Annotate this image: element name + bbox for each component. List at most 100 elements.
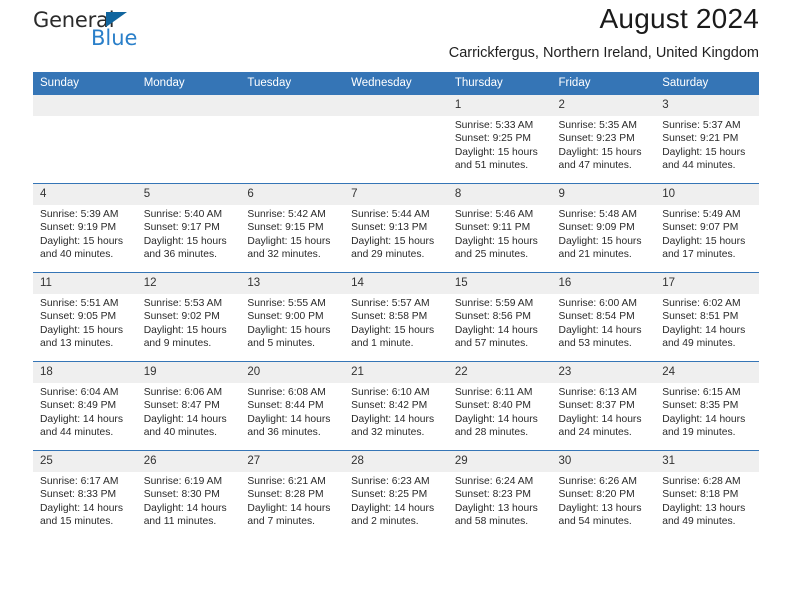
calendar-day-cell[interactable]: 28 Sunrise: 6:23 AM Sunset: 8:25 PM Dayligh… [344, 450, 448, 539]
calendar-day-cell[interactable]: 15 Sunrise: 5:59 AM Sunset: 8:56 PM Dayligh… [447, 272, 552, 362]
calendar-day-cell[interactable]: 7 Sunrise: 5:44 AM Sunset: 9:13 PM Daylight… [344, 183, 448, 273]
day-cell[interactable]: 14 Sunrise: 5:57 AM Sunset: 8:58 PM Dayligh… [344, 273, 448, 361]
calendar-day-cell[interactable]: 11 Sunrise: 5:51 AM Sunset: 9:05 PM Dayligh… [33, 272, 137, 362]
calendar-day-cell[interactable]: 9 Sunrise: 5:48 AM Sunset: 9:09 PM Daylight… [551, 183, 656, 273]
day-cell[interactable]: 6 Sunrise: 5:42 AM Sunset: 9:15 PM Daylight… [240, 184, 345, 272]
calendar-day-cell[interactable]: 24 Sunrise: 6:15 AM Sunset: 8:35 PM Dayligh… [655, 361, 759, 451]
day-cell[interactable]: 17 Sunrise: 6:02 AM Sunset: 8:51 PM Dayligh… [655, 273, 759, 361]
calendar-day-cell[interactable]: 18 Sunrise: 6:04 AM Sunset: 8:49 PM Dayligh… [33, 361, 137, 451]
calendar-day-cell[interactable]: 31 Sunrise: 6:28 AM Sunset: 8:18 PM Dayligh… [655, 450, 759, 539]
brand-logo[interactable]: General Blue [33, 8, 233, 58]
day-cell[interactable]: 23 Sunrise: 6:13 AM Sunset: 8:37 PM Dayligh… [551, 362, 656, 450]
sunset-text: Sunset: 9:23 PM [558, 133, 635, 145]
calendar-day-cell[interactable] [33, 95, 137, 184]
calendar-day-cell[interactable]: 22 Sunrise: 6:11 AM Sunset: 8:40 PM Dayligh… [447, 361, 552, 451]
day-cell-empty [344, 95, 448, 183]
calendar-day-cell[interactable]: 14 Sunrise: 5:57 AM Sunset: 8:58 PM Dayligh… [344, 272, 448, 362]
calendar-day-cell[interactable]: 20 Sunrise: 6:08 AM Sunset: 8:44 PM Dayligh… [240, 361, 345, 451]
daylight-text: Daylight: 14 hours and 53 minutes. [558, 324, 642, 350]
calendar-day-cell[interactable]: 13 Sunrise: 5:55 AM Sunset: 9:00 PM Dayligh… [240, 272, 345, 362]
day-details: Sunrise: 6:10 AM Sunset: 8:42 PM Daylight:… [344, 383, 448, 440]
calendar-day-cell[interactable]: 30 Sunrise: 6:26 AM Sunset: 8:20 PM Dayligh… [551, 450, 656, 539]
calendar-day-cell[interactable]: 27 Sunrise: 6:21 AM Sunset: 8:28 PM Dayligh… [240, 450, 345, 539]
page-header: General Blue August 2024 Carrickfergus, … [33, 0, 759, 72]
day-cell[interactable]: 11 Sunrise: 5:51 AM Sunset: 9:05 PM Dayligh… [33, 273, 137, 361]
day-details: Sunrise: 5:39 AM Sunset: 9:19 PM Daylight:… [33, 205, 137, 262]
calendar-day-cell[interactable]: 6 Sunrise: 5:42 AM Sunset: 9:15 PM Daylight… [240, 183, 345, 273]
day-number: 1 [447, 95, 552, 116]
day-cell[interactable]: 29 Sunrise: 6:24 AM Sunset: 8:23 PM Dayligh… [447, 451, 552, 539]
daylight-text: Daylight: 15 hours and 17 minutes. [662, 235, 746, 261]
day-cell[interactable]: 20 Sunrise: 6:08 AM Sunset: 8:44 PM Dayligh… [240, 362, 345, 450]
day-number: 8 [447, 184, 552, 205]
calendar-day-cell[interactable]: 21 Sunrise: 6:10 AM Sunset: 8:42 PM Dayligh… [344, 361, 448, 451]
day-number: 17 [655, 273, 759, 294]
sunset-text: Sunset: 9:05 PM [40, 311, 117, 323]
day-cell[interactable]: 27 Sunrise: 6:21 AM Sunset: 8:28 PM Dayligh… [240, 451, 345, 539]
calendar-day-cell[interactable] [240, 95, 345, 184]
day-details: Sunrise: 5:53 AM Sunset: 9:02 PM Daylight:… [137, 294, 241, 351]
weekday-header-sunday: Sunday [33, 72, 137, 95]
day-cell[interactable]: 8 Sunrise: 5:46 AM Sunset: 9:11 PM Daylight… [447, 184, 552, 272]
day-cell[interactable]: 12 Sunrise: 5:53 AM Sunset: 9:02 PM Dayligh… [136, 273, 241, 361]
sunset-text: Sunset: 8:28 PM [247, 489, 324, 501]
day-cell[interactable]: 10 Sunrise: 5:49 AM Sunset: 9:07 PM Dayligh… [655, 184, 759, 272]
sunrise-text: Sunrise: 6:08 AM [247, 387, 326, 398]
calendar-day-cell[interactable] [136, 95, 241, 184]
day-number: 2 [551, 95, 656, 116]
calendar-day-cell[interactable]: 19 Sunrise: 6:06 AM Sunset: 8:47 PM Dayligh… [136, 361, 241, 451]
day-cell[interactable]: 26 Sunrise: 6:19 AM Sunset: 8:30 PM Dayligh… [136, 451, 241, 539]
day-cell-empty [136, 95, 241, 183]
day-details: Sunrise: 5:49 AM Sunset: 9:07 PM Daylight:… [655, 205, 759, 262]
daylight-text: Daylight: 15 hours and 5 minutes. [247, 324, 331, 350]
calendar-day-cell[interactable]: 26 Sunrise: 6:19 AM Sunset: 8:30 PM Dayligh… [136, 450, 241, 539]
day-details: Sunrise: 5:37 AM Sunset: 9:21 PM Daylight:… [655, 116, 759, 173]
day-cell[interactable]: 31 Sunrise: 6:28 AM Sunset: 8:18 PM Dayligh… [655, 451, 759, 539]
day-cell[interactable]: 3 Sunrise: 5:37 AM Sunset: 9:21 PM Daylight… [655, 95, 759, 183]
day-cell[interactable]: 21 Sunrise: 6:10 AM Sunset: 8:42 PM Dayligh… [344, 362, 448, 450]
calendar-day-cell[interactable]: 23 Sunrise: 6:13 AM Sunset: 8:37 PM Dayligh… [551, 361, 656, 451]
day-cell[interactable]: 5 Sunrise: 5:40 AM Sunset: 9:17 PM Daylight… [136, 184, 241, 272]
day-number: 30 [551, 451, 656, 472]
day-cell[interactable]: 25 Sunrise: 6:17 AM Sunset: 8:33 PM Dayligh… [33, 451, 137, 539]
calendar-day-cell[interactable]: 8 Sunrise: 5:46 AM Sunset: 9:11 PM Daylight… [447, 183, 552, 273]
calendar-day-cell[interactable]: 25 Sunrise: 6:17 AM Sunset: 8:33 PM Dayligh… [33, 450, 137, 539]
day-details: Sunrise: 6:17 AM Sunset: 8:33 PM Daylight:… [33, 472, 137, 529]
day-cell[interactable]: 1 Sunrise: 5:33 AM Sunset: 9:25 PM Daylight… [447, 95, 552, 183]
calendar-day-cell[interactable]: 10 Sunrise: 5:49 AM Sunset: 9:07 PM Dayligh… [655, 183, 759, 273]
sunrise-text: Sunrise: 5:44 AM [351, 209, 430, 220]
sunrise-text: Sunrise: 6:23 AM [351, 476, 430, 487]
day-cell[interactable]: 7 Sunrise: 5:44 AM Sunset: 9:13 PM Daylight… [344, 184, 448, 272]
day-cell[interactable]: 24 Sunrise: 6:15 AM Sunset: 8:35 PM Dayligh… [655, 362, 759, 450]
sunset-text: Sunset: 8:33 PM [40, 489, 117, 501]
day-cell[interactable]: 28 Sunrise: 6:23 AM Sunset: 8:25 PM Dayligh… [344, 451, 448, 539]
day-number: 29 [447, 451, 552, 472]
day-cell[interactable]: 22 Sunrise: 6:11 AM Sunset: 8:40 PM Dayligh… [447, 362, 552, 450]
day-cell[interactable]: 2 Sunrise: 5:35 AM Sunset: 9:23 PM Daylight… [551, 95, 656, 183]
day-cell[interactable]: 15 Sunrise: 5:59 AM Sunset: 8:56 PM Dayligh… [447, 273, 552, 361]
day-cell[interactable]: 18 Sunrise: 6:04 AM Sunset: 8:49 PM Dayligh… [33, 362, 137, 450]
calendar-day-cell[interactable]: 16 Sunrise: 6:00 AM Sunset: 8:54 PM Dayligh… [551, 272, 656, 362]
sunset-text: Sunset: 9:00 PM [247, 311, 324, 323]
calendar-day-cell[interactable]: 17 Sunrise: 6:02 AM Sunset: 8:51 PM Dayligh… [655, 272, 759, 362]
day-cell[interactable]: 19 Sunrise: 6:06 AM Sunset: 8:47 PM Dayligh… [136, 362, 241, 450]
calendar-day-cell[interactable]: 4 Sunrise: 5:39 AM Sunset: 9:19 PM Daylight… [33, 183, 137, 273]
sunrise-text: Sunrise: 6:11 AM [454, 387, 533, 398]
calendar-day-cell[interactable]: 1 Sunrise: 5:33 AM Sunset: 9:25 PM Daylight… [447, 95, 552, 184]
calendar-day-cell[interactable]: 3 Sunrise: 5:37 AM Sunset: 9:21 PM Daylight… [655, 95, 759, 184]
calendar-day-cell[interactable]: 29 Sunrise: 6:24 AM Sunset: 8:23 PM Dayligh… [447, 450, 552, 539]
day-details: Sunrise: 6:11 AM Sunset: 8:40 PM Daylight:… [448, 383, 552, 440]
calendar-day-cell[interactable] [344, 95, 448, 184]
calendar-day-cell[interactable]: 12 Sunrise: 5:53 AM Sunset: 9:02 PM Dayligh… [136, 272, 241, 362]
calendar-day-cell[interactable]: 5 Sunrise: 5:40 AM Sunset: 9:17 PM Daylight… [136, 183, 241, 273]
day-details: Sunrise: 6:26 AM Sunset: 8:20 PM Daylight:… [552, 472, 656, 529]
daylight-text: Daylight: 14 hours and 28 minutes. [454, 413, 538, 439]
day-cell[interactable]: 13 Sunrise: 5:55 AM Sunset: 9:00 PM Dayligh… [240, 273, 345, 361]
calendar-day-cell[interactable]: 2 Sunrise: 5:35 AM Sunset: 9:23 PM Daylight… [551, 95, 656, 184]
day-cell[interactable]: 4 Sunrise: 5:39 AM Sunset: 9:19 PM Daylight… [33, 184, 137, 272]
day-cell[interactable]: 9 Sunrise: 5:48 AM Sunset: 9:09 PM Daylight… [551, 184, 656, 272]
day-cell[interactable]: 16 Sunrise: 6:00 AM Sunset: 8:54 PM Dayligh… [551, 273, 656, 361]
sunset-text: Sunset: 8:18 PM [662, 489, 739, 501]
sunset-text: Sunset: 9:21 PM [662, 133, 739, 145]
day-cell[interactable]: 30 Sunrise: 6:26 AM Sunset: 8:20 PM Dayligh… [551, 451, 656, 539]
